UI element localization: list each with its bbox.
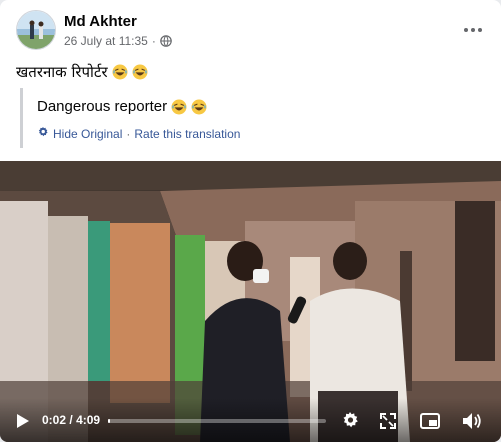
duration: 4:09 [76,413,101,427]
author-name[interactable]: Md Akhter [64,13,137,30]
time-separator: / [69,413,73,427]
globe-icon [160,35,172,47]
translated-text: Dangerous reporter [37,98,168,115]
caption-text: खतरनाक रिपोर्टर [16,63,108,81]
post-timestamp[interactable]: 26 July at 11:35 [64,34,148,48]
post-caption: खतरनाक रिपोर्टर [16,62,148,82]
video-time: 0:02 / 4:09 [42,413,100,427]
post-meta: 26 July at 11:35 · [64,34,172,48]
laughing-tears-emoji [191,99,207,115]
link-separator: · [126,126,131,141]
meta-separator: · [151,34,156,48]
fullscreen-icon[interactable] [377,410,399,432]
facebook-post: Md Akhter 26 July at 11:35 · खतरनाक रिपो… [0,0,501,442]
video-player[interactable]: 0:02 / 4:09 [0,161,501,442]
translation-links: Hide Original · Rate this translation [37,126,240,141]
settings-icon[interactable] [339,410,361,432]
rate-translation-link[interactable]: Rate this translation [134,127,240,141]
avatar[interactable] [16,10,56,50]
laughing-tears-emoji [132,64,148,80]
current-time: 0:02 [42,413,67,427]
play-icon[interactable] [12,410,34,432]
video-controls: 0:02 / 4:09 [0,398,501,442]
post-header: Md Akhter 26 July at 11:35 · [16,10,485,54]
laughing-tears-emoji [171,99,187,115]
translated-caption: Dangerous reporter [37,98,207,115]
hide-original-link[interactable]: Hide Original [53,127,122,141]
progress-fill [108,419,110,423]
translation-box: Dangerous reporter Hide Original · Rate … [20,88,485,148]
progress-bar[interactable] [108,419,326,423]
laughing-tears-emoji [112,64,128,80]
volume-icon[interactable] [461,410,483,432]
picture-in-picture-icon[interactable] [419,410,441,432]
more-options-icon[interactable] [461,18,485,42]
settings-gear-icon[interactable] [37,126,49,141]
